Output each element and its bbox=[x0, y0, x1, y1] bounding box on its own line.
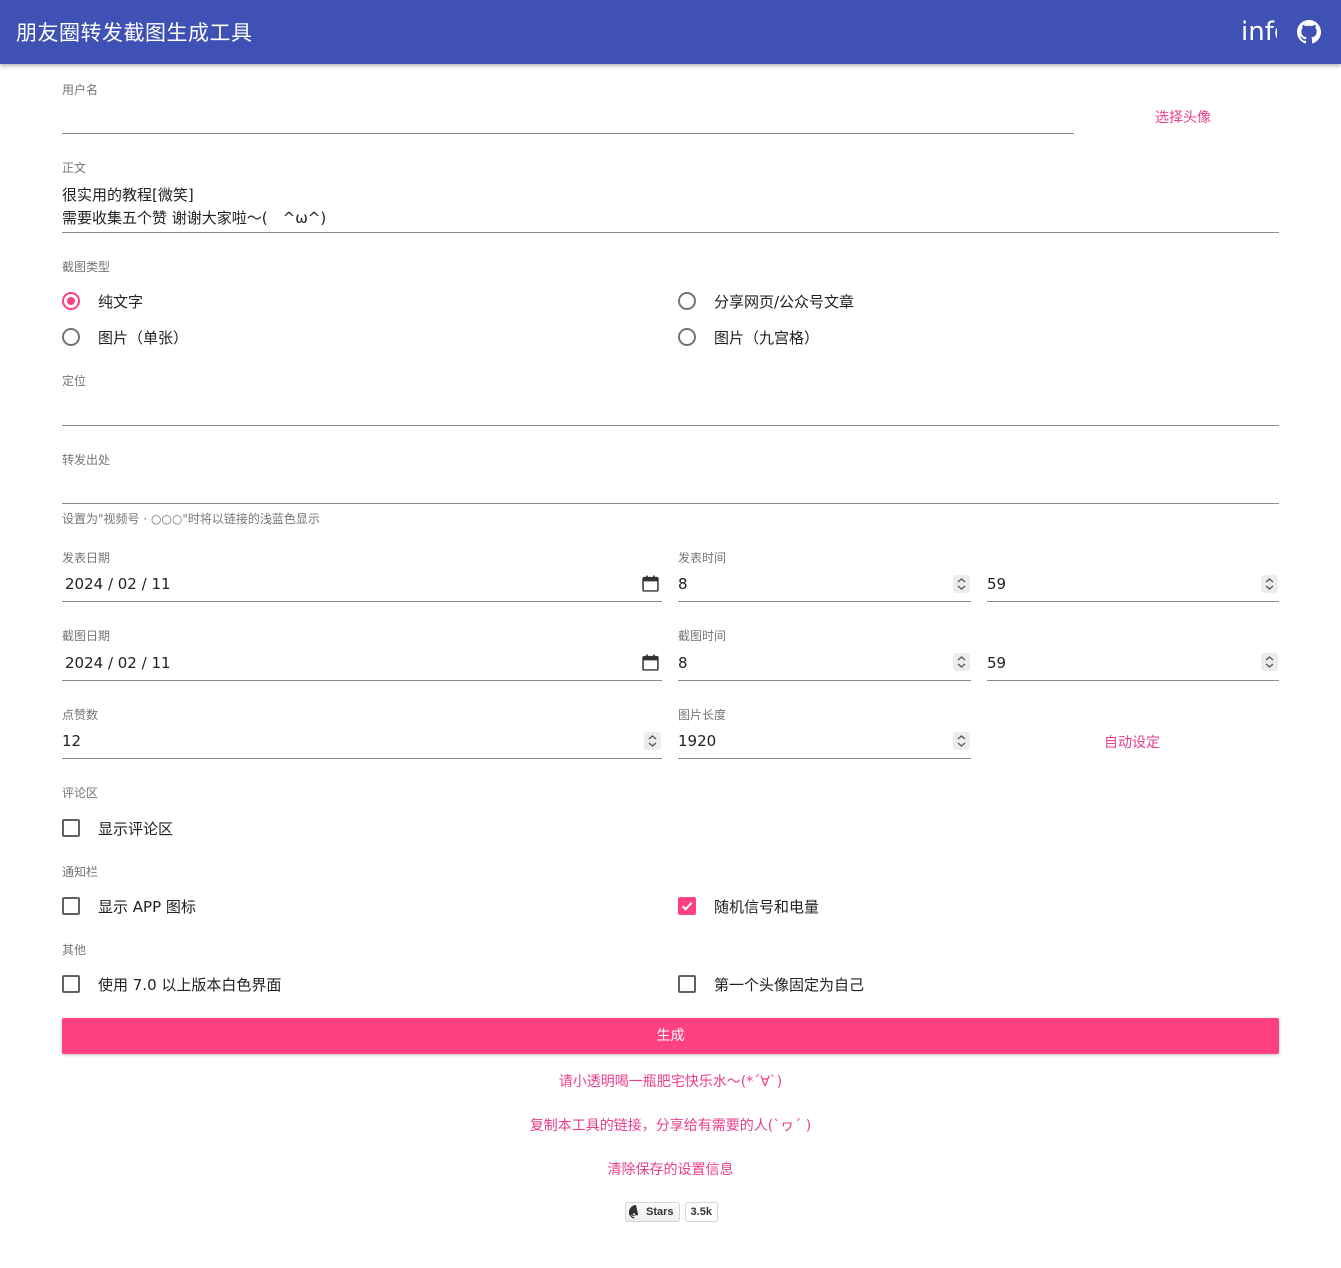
comments-label: 评论区 bbox=[62, 786, 99, 800]
checkbox-label: 显示 APP 图标 bbox=[98, 898, 196, 916]
donate-link[interactable]: 请小透明喝一瓶肥宅快乐水～(*´∀`) bbox=[62, 1071, 1279, 1091]
checkbox-label: 第一个头像固定为自己 bbox=[714, 976, 865, 994]
image-length-input[interactable]: 1920 bbox=[678, 732, 716, 750]
capture-hour-underline bbox=[678, 680, 971, 681]
app-bar: 朋友圈转发截图生成工具 info bbox=[0, 0, 1341, 64]
screenshot-type-label: 截图类型 bbox=[62, 260, 111, 274]
image-length-label: 图片长度 bbox=[678, 708, 727, 722]
check-icon bbox=[681, 902, 693, 911]
clear-settings-link[interactable]: 清除保存的设置信息 bbox=[62, 1159, 1279, 1179]
fixed-avatar-checkbox[interactable] bbox=[678, 975, 696, 993]
random-signal-checkbox[interactable] bbox=[678, 897, 696, 915]
publish-time-label: 发表时间 bbox=[678, 551, 727, 565]
publish-date-input[interactable]: 2024 / 02 / 11 bbox=[65, 575, 171, 593]
radio-label: 分享网页/公众号文章 bbox=[714, 293, 855, 311]
white-ui-checkbox[interactable] bbox=[62, 975, 80, 993]
image-length-underline bbox=[678, 758, 971, 759]
capture-hour-input[interactable]: 8 bbox=[678, 654, 688, 672]
body-text-line: 需要收集五个赞 谢谢大家啦～( ^ω^) bbox=[62, 209, 327, 227]
publish-date-label: 发表日期 bbox=[62, 551, 111, 565]
capture-minute-underline bbox=[987, 680, 1279, 681]
stars-label: Stars bbox=[646, 1206, 674, 1218]
forward-source-label: 转发出处 bbox=[62, 453, 111, 467]
capture-date-underline bbox=[62, 680, 662, 681]
calendar-icon[interactable] bbox=[642, 654, 659, 671]
stars-button[interactable]: Stars bbox=[625, 1202, 680, 1222]
likes-input[interactable]: 12 bbox=[62, 732, 81, 750]
location-label: 定位 bbox=[62, 374, 87, 388]
location-input[interactable] bbox=[62, 396, 1279, 418]
radio-share-link[interactable] bbox=[678, 292, 696, 310]
body-text-label: 正文 bbox=[62, 161, 87, 175]
stepper-icon[interactable] bbox=[1261, 653, 1278, 671]
checkbox-label: 显示评论区 bbox=[98, 820, 174, 838]
stepper-icon[interactable] bbox=[953, 653, 970, 671]
stepper-icon[interactable] bbox=[644, 732, 661, 750]
body-text-input[interactable]: 很实用的教程[微笑] 需要收集五个赞 谢谢大家啦～( ^ω^) bbox=[62, 184, 1279, 228]
radio-single-image[interactable] bbox=[62, 328, 80, 346]
other-label: 其他 bbox=[62, 943, 87, 957]
info-button[interactable]: info bbox=[1241, 14, 1277, 50]
location-underline bbox=[62, 425, 1279, 426]
username-underline bbox=[62, 133, 1074, 134]
show-comments-checkbox[interactable] bbox=[62, 819, 80, 837]
share-link[interactable]: 复制本工具的链接，分享给有需要的人(`ヮ´ ) bbox=[62, 1115, 1279, 1135]
body-text-underline bbox=[62, 232, 1279, 233]
capture-time-label: 截图时间 bbox=[678, 629, 727, 643]
select-avatar-button[interactable]: 选择头像 bbox=[1155, 107, 1211, 127]
likes-underline bbox=[62, 758, 662, 759]
publish-date-underline bbox=[62, 601, 662, 602]
github-icon[interactable] bbox=[1297, 20, 1321, 44]
github-icon bbox=[629, 1205, 639, 1219]
radio-label: 纯文字 bbox=[98, 293, 144, 311]
generate-button[interactable]: 生成 bbox=[62, 1018, 1279, 1054]
stepper-icon[interactable] bbox=[953, 575, 970, 593]
stepper-icon[interactable] bbox=[1261, 575, 1278, 593]
notification-label: 通知栏 bbox=[62, 865, 99, 879]
publish-minute-underline bbox=[987, 601, 1279, 602]
calendar-icon[interactable] bbox=[642, 575, 659, 592]
publish-minute-input[interactable]: 59 bbox=[987, 575, 1006, 593]
likes-label: 点赞数 bbox=[62, 708, 99, 722]
capture-minute-input[interactable]: 59 bbox=[987, 654, 1006, 672]
capture-date-input[interactable]: 2024 / 02 / 11 bbox=[65, 654, 171, 672]
body-text-line: 很实用的教程[微笑] bbox=[62, 186, 194, 204]
forward-source-helper: 设置为"视频号 · ○○○"时将以链接的浅蓝色显示 bbox=[62, 512, 320, 526]
forward-source-input[interactable] bbox=[62, 474, 1279, 496]
stepper-icon[interactable] bbox=[953, 732, 970, 750]
show-app-icon-checkbox[interactable] bbox=[62, 897, 80, 915]
stars-count[interactable]: 3.5k bbox=[684, 1202, 718, 1222]
capture-date-label: 截图日期 bbox=[62, 629, 111, 643]
radio-text-only[interactable] bbox=[62, 292, 80, 310]
radio-label: 图片（九宫格） bbox=[714, 329, 820, 347]
github-stars-badge[interactable]: Stars 3.5k bbox=[625, 1202, 718, 1222]
radio-label: 图片（单张） bbox=[98, 329, 189, 347]
publish-hour-underline bbox=[678, 601, 971, 602]
username-label: 用户名 bbox=[62, 83, 99, 97]
publish-hour-input[interactable]: 8 bbox=[678, 575, 688, 593]
username-input[interactable] bbox=[62, 104, 1074, 126]
forward-source-underline bbox=[62, 503, 1279, 504]
page-title: 朋友圈转发截图生成工具 bbox=[16, 21, 253, 45]
radio-nine-grid[interactable] bbox=[678, 328, 696, 346]
checkbox-label: 使用 7.0 以上版本白色界面 bbox=[98, 976, 282, 994]
auto-set-button[interactable]: 自动设定 bbox=[1104, 732, 1160, 752]
checkbox-label: 随机信号和电量 bbox=[714, 898, 820, 916]
